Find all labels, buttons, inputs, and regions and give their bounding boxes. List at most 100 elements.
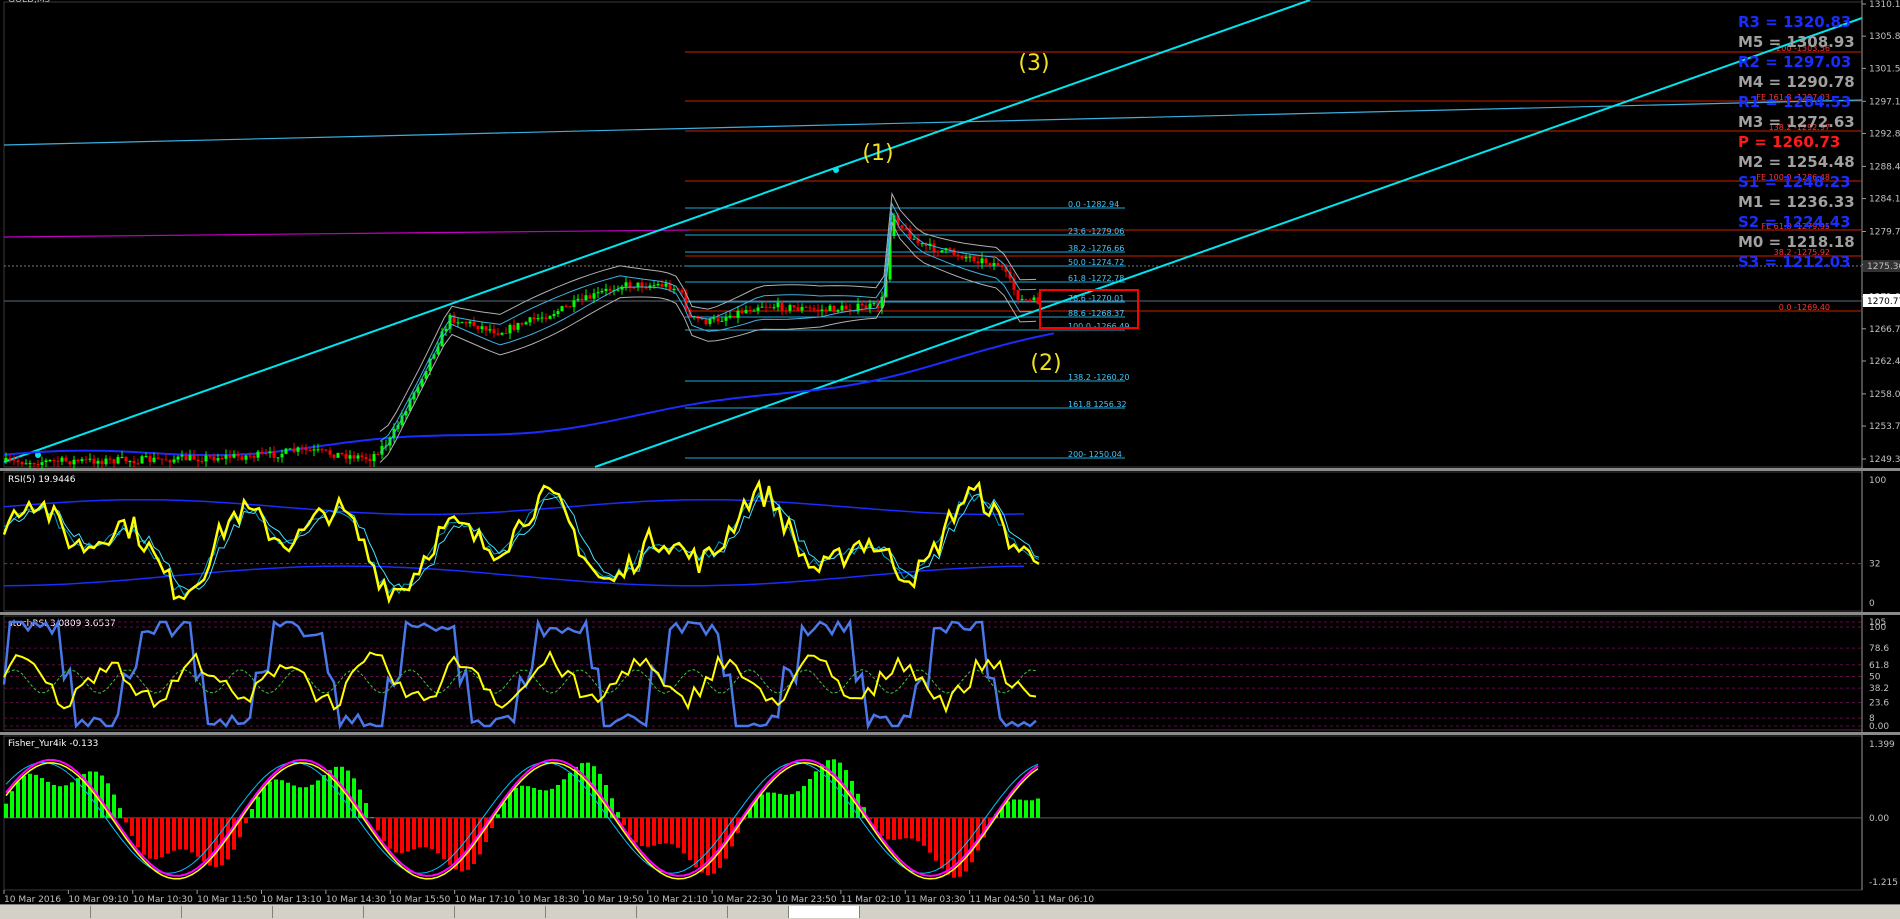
fisher-bar [664,817,668,844]
candle-body [780,302,784,311]
candle-body [28,463,32,465]
candle-body [1024,299,1028,301]
candle-body [172,459,176,463]
candle-body [840,305,844,311]
candle-body [912,238,916,240]
chart-tab[interactable] [860,906,1900,918]
fisher-bar [256,796,260,818]
trading-chart[interactable]: 1310.13 1305.83 1301.53 1297.13 1292.83 1288.… [0,0,1900,904]
candle-body [712,318,716,320]
candle-body [344,454,348,459]
candle-body [180,455,184,457]
candle-body [104,458,108,465]
candle-body [540,317,544,319]
candle-body [1032,297,1036,300]
fisher-bar [16,781,20,818]
candle-body [560,306,564,312]
candle-body [984,258,988,264]
candle-body [336,452,340,458]
price-tick-label: 1284.13 [1869,195,1900,205]
fisher-bar [40,778,44,818]
fisher-bar [418,817,422,848]
chart-tab-active[interactable] [788,906,860,918]
chart-tab[interactable] [91,906,182,918]
candle-body [936,251,940,253]
fisher-bar [310,784,314,818]
chart-tab[interactable] [455,906,546,918]
candle-body [716,318,720,322]
candle-body [460,322,464,324]
candle-body [304,448,308,451]
candle-body [328,450,332,455]
price-tick-label: 1253.73 [1869,422,1900,432]
fisher-bar [274,779,278,818]
chart-tab[interactable] [364,906,455,918]
chart-tab[interactable] [273,906,364,918]
candle-body [524,322,528,325]
fisher-bar [424,817,428,848]
chart-tab[interactable] [0,906,91,918]
fisher-bar [568,772,572,818]
candle-body [40,462,44,465]
fisher-bar [514,787,518,818]
fisher-bar [580,763,584,818]
chart-tab[interactable] [546,906,637,918]
fisher-bar [934,817,938,861]
pivot-level-label: S3 = 1212.03 [1738,253,1851,271]
fisher-bar [508,793,512,818]
candle-body [744,310,748,313]
candle-body [756,307,760,311]
current-price-label: 1270.77 [1867,297,1900,307]
fisher-level-label: -1.215 [1869,878,1898,888]
fisher-bar [136,817,140,847]
candle-body [116,457,120,464]
fib-retracement-label: 50.0 -1274.72 [1068,258,1124,267]
candle-body [512,324,516,330]
fisher-bar [316,780,320,818]
candle-body [768,307,772,309]
candle-body [52,460,56,462]
fisher-bar [244,817,248,824]
fisher-bar [496,814,500,818]
candle-body [948,248,952,250]
fisher-bar [28,773,32,818]
time-tick-label: 10 Mar 2016 [4,895,61,904]
price-tick-label: 1266.73 [1869,325,1900,335]
candle-body [788,305,792,311]
candle-body [860,303,864,306]
bollinger-upper-band [379,192,1037,432]
candle-body [600,291,604,293]
price-tick-label: 1262.43 [1869,357,1900,367]
fisher-bar [808,778,812,818]
wave-label-3: (3) [1018,51,1049,76]
candle-body [956,254,960,257]
candle-body [496,333,500,335]
pivot-level-label: M5 = 1308.93 [1738,33,1855,51]
candle-body [868,303,872,309]
candle-body [772,307,776,309]
candle-body [792,305,796,308]
candle-body [120,457,124,459]
fisher-bar [526,786,530,818]
candle-body [4,457,8,462]
candle-body [940,250,944,253]
fisher-bar [832,759,836,818]
fisher-bar [388,817,392,849]
candle-body [272,451,276,458]
candle-body [732,315,736,318]
rsi-signal-1 [3,490,1040,596]
fisher-level-label: 1.399 [1869,740,1895,750]
candle-body [348,455,352,459]
candle-body [288,448,292,450]
candle-body [168,460,172,463]
fib-retracement-label: 161.8 1256.32 [1068,400,1127,409]
candle-body [808,307,812,309]
time-tick-label: 10 Mar 21:10 [648,895,708,904]
candle-body [652,285,656,287]
fisher-bar [760,794,764,818]
chart-tab[interactable] [637,906,728,918]
stochrsi-level-label: 0.00 [1869,722,1889,732]
chart-tab[interactable] [182,906,273,918]
candle-body [752,310,756,312]
fisher-bar [556,784,560,818]
